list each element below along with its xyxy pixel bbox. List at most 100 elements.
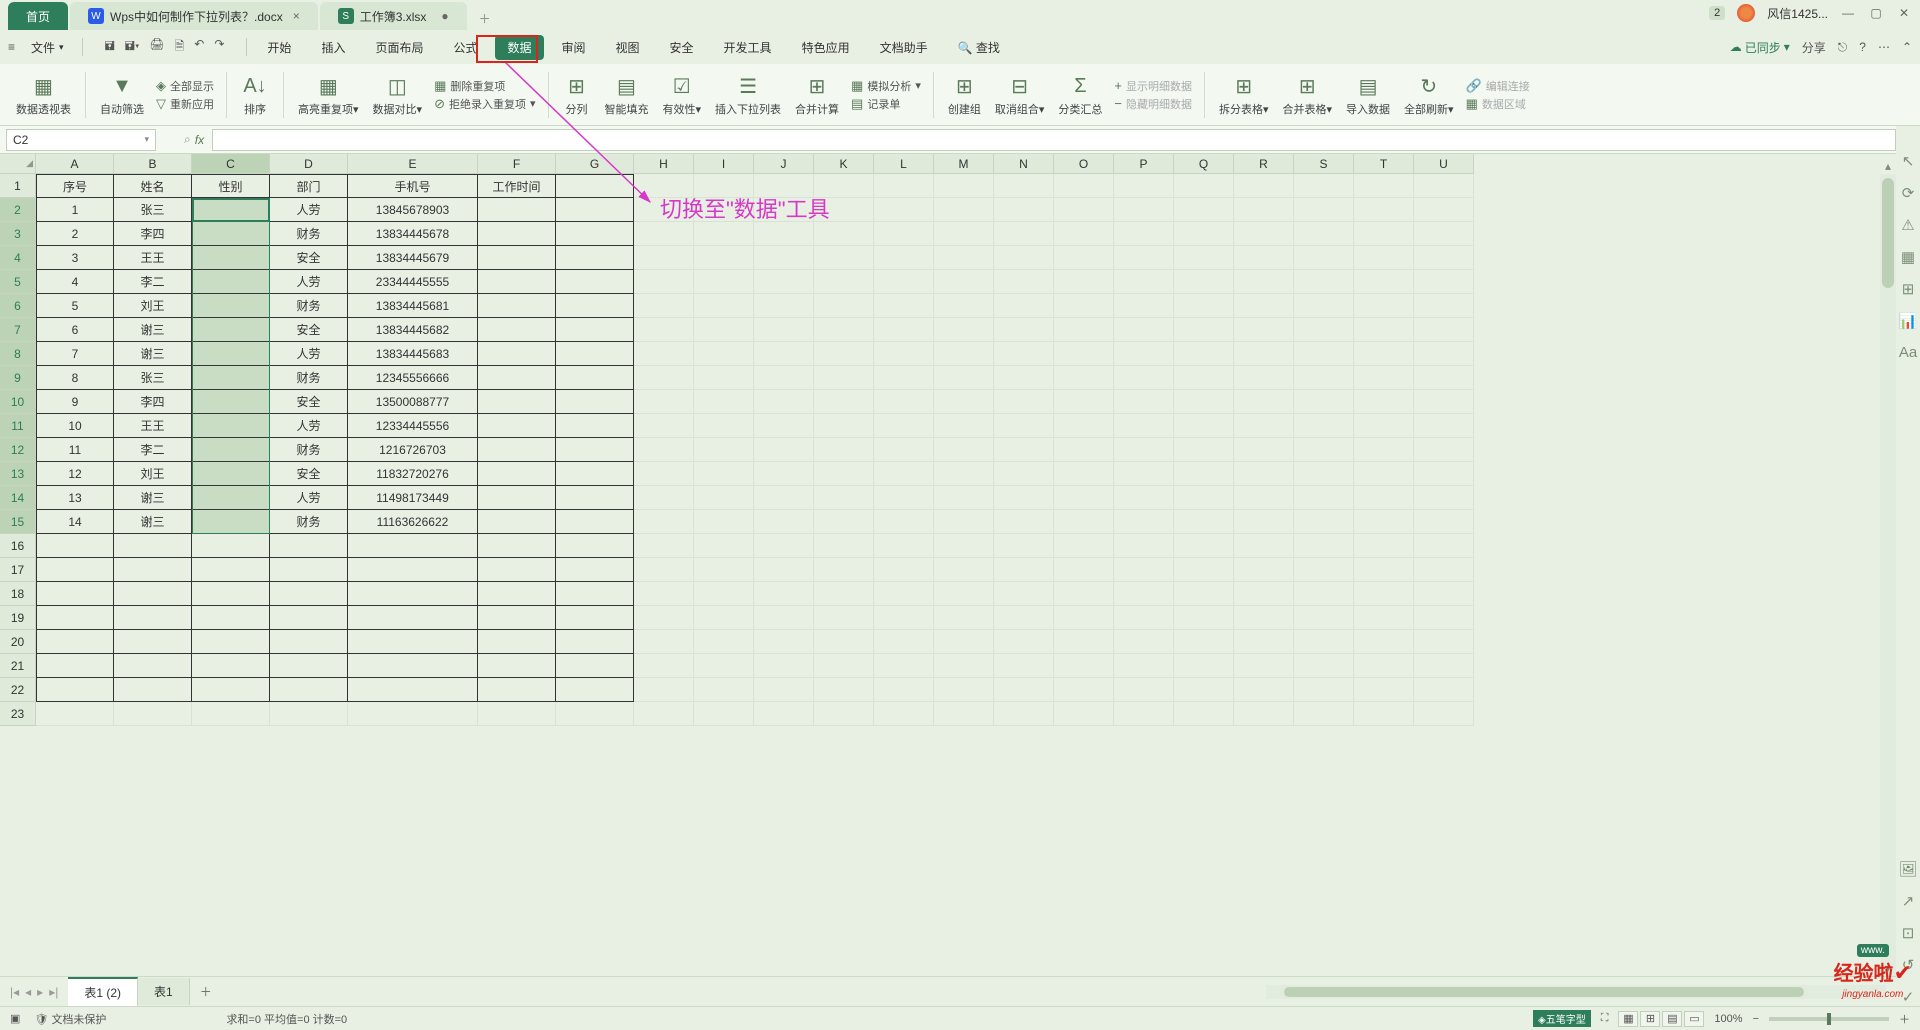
cell[interactable] [1294, 198, 1354, 222]
cell[interactable] [754, 702, 814, 726]
cell[interactable] [634, 606, 694, 630]
cell[interactable] [994, 534, 1054, 558]
cell[interactable] [192, 294, 270, 318]
cell[interactable] [1294, 606, 1354, 630]
horizontal-scrollbar[interactable] [1266, 985, 1886, 999]
cell[interactable] [694, 462, 754, 486]
cell[interactable] [1114, 174, 1174, 198]
cell[interactable] [1174, 174, 1234, 198]
cell[interactable] [348, 654, 478, 678]
cell[interactable] [1294, 270, 1354, 294]
row-header[interactable]: 23 [0, 702, 36, 726]
cell[interactable] [478, 462, 556, 486]
cell[interactable] [1354, 318, 1414, 342]
cell[interactable] [814, 270, 874, 294]
cell[interactable]: 李二 [114, 270, 192, 294]
cell[interactable] [1114, 510, 1174, 534]
col-header-T[interactable]: T [1354, 154, 1414, 174]
cell[interactable] [694, 414, 754, 438]
cell[interactable]: 财务 [270, 222, 348, 246]
cell[interactable] [478, 366, 556, 390]
cell[interactable] [478, 222, 556, 246]
cell[interactable] [994, 366, 1054, 390]
cell[interactable] [1234, 582, 1294, 606]
cell[interactable] [814, 510, 874, 534]
cell[interactable] [994, 270, 1054, 294]
cell[interactable] [1414, 630, 1474, 654]
cell[interactable] [814, 366, 874, 390]
cell[interactable] [1114, 678, 1174, 702]
tab-doc1[interactable]: W Wps中如何制作下拉列表？.docx × [70, 2, 318, 30]
cell[interactable] [634, 414, 694, 438]
col-header-B[interactable]: B [114, 154, 192, 174]
cell[interactable]: 谢三 [114, 486, 192, 510]
select-all-corner[interactable] [0, 154, 36, 174]
row-header[interactable]: 15 [0, 510, 36, 534]
vertical-scrollbar[interactable]: ▴ ▾ [1880, 174, 1896, 976]
cell[interactable] [1354, 702, 1414, 726]
cell[interactable]: 财务 [270, 438, 348, 462]
cell[interactable] [814, 390, 874, 414]
cell[interactable]: 1 [36, 198, 114, 222]
cell[interactable] [478, 390, 556, 414]
pivot-button[interactable]: ▦数据透视表 [10, 67, 77, 123]
cell[interactable]: 9 [36, 390, 114, 414]
cell[interactable] [348, 582, 478, 606]
col-header-U[interactable]: U [1414, 154, 1474, 174]
notification-badge[interactable]: 2 [1709, 6, 1725, 20]
cell[interactable] [1054, 534, 1114, 558]
cell[interactable] [1054, 630, 1114, 654]
cell[interactable] [1054, 462, 1114, 486]
cell[interactable] [934, 246, 994, 270]
tab-data[interactable]: 数据 [495, 35, 543, 60]
cell[interactable] [934, 198, 994, 222]
cell[interactable]: 12 [36, 462, 114, 486]
help-icon[interactable]: ? [1859, 40, 1866, 54]
insert-dropdown-button[interactable]: ☰插入下拉列表 [709, 67, 787, 123]
cell[interactable] [1294, 486, 1354, 510]
cell[interactable]: 13834445679 [348, 246, 478, 270]
cell[interactable] [1054, 438, 1114, 462]
cell[interactable] [1234, 222, 1294, 246]
tab-view[interactable]: 视图 [604, 35, 652, 60]
cell[interactable] [1174, 366, 1234, 390]
cell[interactable] [994, 678, 1054, 702]
cell[interactable] [994, 558, 1054, 582]
cell[interactable]: 安全 [270, 246, 348, 270]
cell[interactable] [1234, 294, 1294, 318]
cell[interactable] [994, 174, 1054, 198]
tab-insert[interactable]: 插入 [309, 35, 357, 60]
cell[interactable] [114, 702, 192, 726]
cell[interactable] [1414, 222, 1474, 246]
cell[interactable] [114, 654, 192, 678]
cell[interactable] [1354, 678, 1414, 702]
view-reader-icon[interactable]: ▭ [1684, 1011, 1704, 1027]
cell[interactable] [874, 606, 934, 630]
cell[interactable]: 4 [36, 270, 114, 294]
cell[interactable] [634, 654, 694, 678]
cell[interactable] [270, 702, 348, 726]
cell[interactable] [1174, 462, 1234, 486]
cell[interactable] [634, 582, 694, 606]
cell[interactable] [1054, 246, 1114, 270]
cell[interactable] [1234, 318, 1294, 342]
cell[interactable] [994, 462, 1054, 486]
cell[interactable] [754, 606, 814, 630]
col-header-N[interactable]: N [994, 154, 1054, 174]
cell[interactable] [478, 198, 556, 222]
cell[interactable] [994, 390, 1054, 414]
cell[interactable] [754, 366, 814, 390]
cell[interactable] [874, 558, 934, 582]
cell[interactable] [634, 270, 694, 294]
cell[interactable] [1354, 366, 1414, 390]
add-sheet-button[interactable]: ＋ [190, 978, 222, 1005]
col-header-L[interactable]: L [874, 154, 934, 174]
cell[interactable] [270, 654, 348, 678]
row-header[interactable]: 7 [0, 318, 36, 342]
cell[interactable] [874, 318, 934, 342]
cell[interactable] [556, 342, 634, 366]
cell[interactable] [634, 558, 694, 582]
cell[interactable] [1054, 582, 1114, 606]
cell[interactable] [478, 558, 556, 582]
cell[interactable] [1414, 606, 1474, 630]
